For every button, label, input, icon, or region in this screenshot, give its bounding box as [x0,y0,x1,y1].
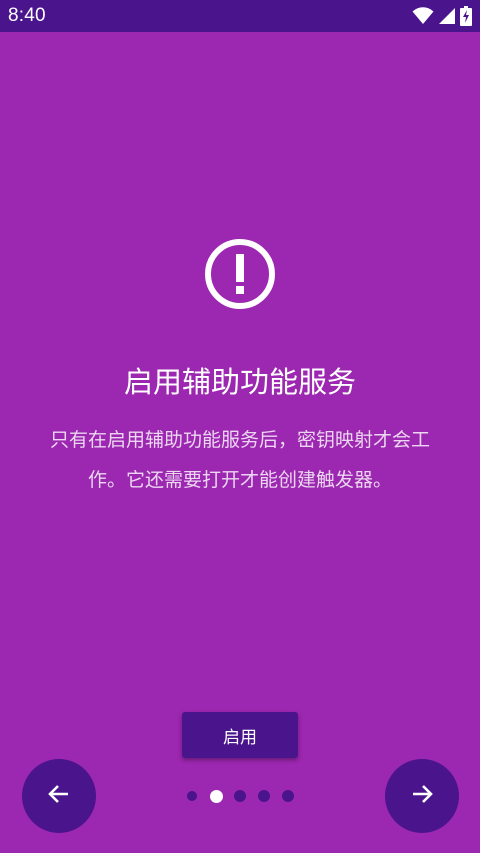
page-dot [187,791,197,801]
status-time: 8:40 [8,5,46,26]
description-text: 只有在启用辅助功能服务后，密钥映射才会工 作。它还需要打开才能创建触发器。 [24,420,456,500]
cell-signal-icon [438,7,456,25]
description-line-1: 只有在启用辅助功能服务后，密钥映射才会工 [49,429,430,451]
alert-circle-icon [204,238,276,310]
status-bar: 8:40 [0,0,480,32]
page-dot [258,790,270,802]
page-title: 启用辅助功能服务 [123,365,356,399]
status-icons [412,6,472,26]
battery-charging-icon [460,6,472,26]
next-button[interactable] [385,759,459,833]
page-dot [234,790,246,802]
page-dot-active [209,789,223,803]
wifi-icon [412,7,434,25]
description-line-2: 作。它还需要打开才能创建触发器。 [87,469,392,491]
page-dot [282,790,294,802]
enable-button[interactable]: 启用 [182,712,298,758]
arrow-right-icon [409,781,435,811]
